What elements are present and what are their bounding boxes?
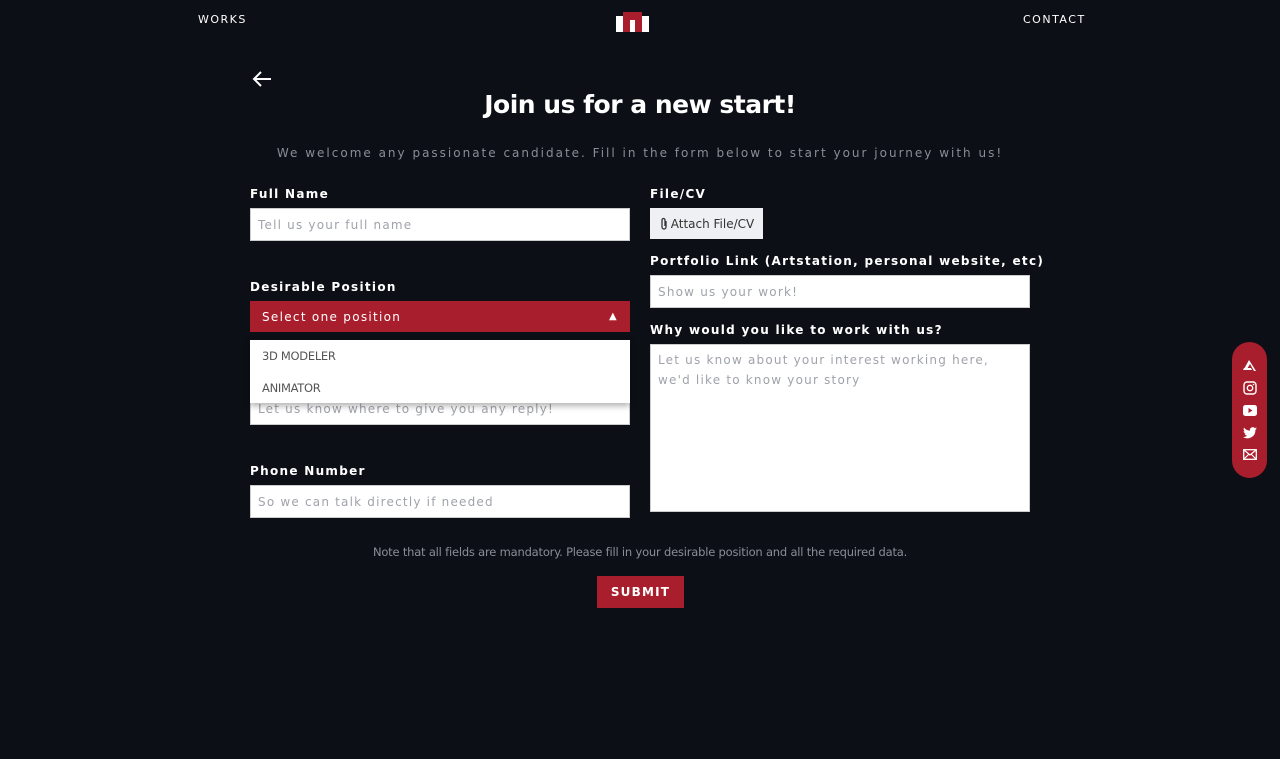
attach-file-label: Attach File/CV: [670, 216, 755, 231]
artstation-icon[interactable]: [1243, 360, 1256, 372]
position-label: Desirable Position: [250, 280, 397, 294]
phone-input[interactable]: So we can talk directly if needed: [250, 485, 630, 518]
portfolio-input[interactable]: Show us your work!: [650, 275, 1030, 308]
file-label: File/CV: [650, 187, 707, 201]
full-name-input[interactable]: Tell us your full name: [250, 208, 630, 241]
nav-contact[interactable]: CONTACT: [1023, 13, 1086, 26]
phone-label: Phone Number: [250, 464, 366, 478]
position-select[interactable]: Select one position ▲: [250, 301, 630, 332]
position-selected: Select one position: [262, 309, 402, 324]
caret-up-icon: ▲: [609, 311, 618, 322]
social-bar: [1232, 342, 1267, 478]
why-textarea[interactable]: Let us know about your interest working …: [650, 344, 1030, 512]
why-label: Why would you like to work with us?: [650, 323, 943, 337]
portfolio-label: Portfolio Link (Artstation, personal web…: [650, 254, 1045, 268]
page-title: Join us for a new start!: [484, 90, 796, 119]
attach-file-button[interactable]: Attach File/CV: [650, 208, 763, 239]
youtube-icon[interactable]: [1242, 405, 1257, 417]
full-name-label: Full Name: [250, 187, 330, 201]
position-option[interactable]: ANIMATOR: [250, 372, 630, 404]
position-option[interactable]: 3D MODELER: [250, 340, 630, 372]
logo-icon[interactable]: [616, 10, 650, 32]
page-subtitle: We welcome any passionate candidate. Fil…: [276, 146, 1004, 160]
mail-icon[interactable]: [1242, 448, 1257, 460]
twitter-icon[interactable]: [1242, 426, 1257, 439]
submit-button[interactable]: SUBMIT: [597, 576, 684, 608]
nav-works[interactable]: WORKS: [198, 13, 247, 26]
position-menu: 3D MODELER ANIMATOR: [250, 340, 630, 403]
back-arrow-icon[interactable]: [252, 70, 272, 88]
mandatory-note: Note that all fields are mandatory. Plea…: [372, 545, 908, 559]
paperclip-icon: [661, 217, 667, 230]
instagram-icon[interactable]: [1242, 381, 1257, 396]
